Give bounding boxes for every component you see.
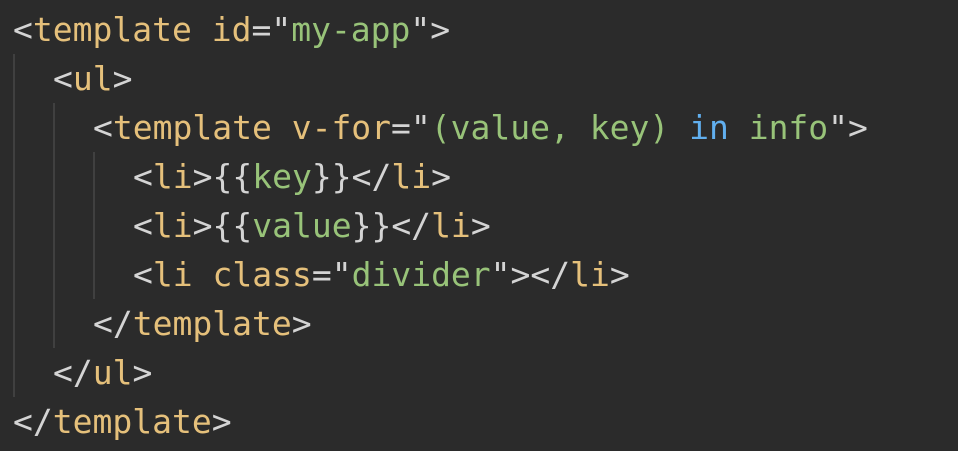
code-line[interactable]: < li class =" divider "></li >: [13, 250, 868, 299]
code-token: value: [252, 206, 352, 245]
code-token: >: [112, 59, 133, 98]
code-token: </: [93, 304, 133, 343]
code-token: >: [431, 157, 451, 196]
code-token: <: [13, 10, 33, 49]
code-token: template: [32, 10, 192, 49]
code-token: =": [251, 10, 292, 49]
code-token: v-for: [291, 108, 392, 147]
code-line[interactable]: </template >: [13, 299, 868, 348]
code-token: li: [391, 157, 432, 196]
code-token: >: [470, 206, 491, 245]
code-line[interactable]: < template id =" my-app ">: [13, 5, 868, 54]
code-token: }}</: [351, 206, 432, 245]
code-token: >{{: [192, 206, 253, 245]
code-token: <: [53, 59, 73, 98]
code-token: li: [152, 206, 193, 245]
code-line[interactable]: < li >{{key}}</li >: [13, 152, 868, 201]
code-token: li: [431, 206, 471, 245]
code-token: >: [291, 304, 312, 343]
code-token: =": [391, 108, 431, 147]
code-token: ul: [72, 59, 113, 98]
code-token: >: [609, 255, 630, 294]
code-token: "></: [490, 255, 571, 294]
code-editor[interactable]: < template id =" my-app "> < ul > < template v-fo…: [0, 0, 958, 451]
code-token: divider: [351, 255, 491, 294]
code-token: (value, key): [430, 108, 690, 147]
code-content[interactable]: < template id =" my-app "> < ul > < template v-fo…: [13, 5, 868, 446]
code-token: =": [311, 255, 352, 294]
code-token: my-app: [291, 10, 411, 49]
code-token: li: [152, 255, 193, 294]
code-token: info: [728, 108, 829, 147]
code-token: ul: [92, 353, 133, 392]
code-token: template: [132, 304, 292, 343]
code-token: <: [133, 206, 153, 245]
code-token: template: [52, 402, 212, 441]
code-token: </: [13, 402, 53, 441]
code-token: <: [93, 108, 113, 147]
code-token: key: [252, 157, 312, 196]
code-token: >{{: [192, 157, 253, 196]
code-line[interactable]: < ul >: [13, 54, 868, 103]
code-token: in: [689, 108, 729, 147]
code-line[interactable]: </ul >: [13, 348, 868, 397]
code-token: </: [53, 353, 93, 392]
code-token: ">: [828, 108, 868, 147]
code-token: >: [132, 353, 153, 392]
code-token: li: [152, 157, 193, 196]
code-token: <: [133, 157, 153, 196]
code-token: li: [570, 255, 610, 294]
code-token: }}</: [311, 157, 392, 196]
code-token: ">: [410, 10, 451, 49]
code-line[interactable]: < li >{{value}}</li >: [13, 201, 868, 250]
code-token: <: [133, 255, 153, 294]
code-line[interactable]: </template >: [13, 397, 868, 446]
code-token: class: [212, 255, 312, 294]
code-token: >: [211, 402, 232, 441]
code-line[interactable]: < template v-for =" (value, key) in info ">: [13, 103, 868, 152]
code-token: template: [112, 108, 272, 147]
code-token: id: [211, 10, 252, 49]
